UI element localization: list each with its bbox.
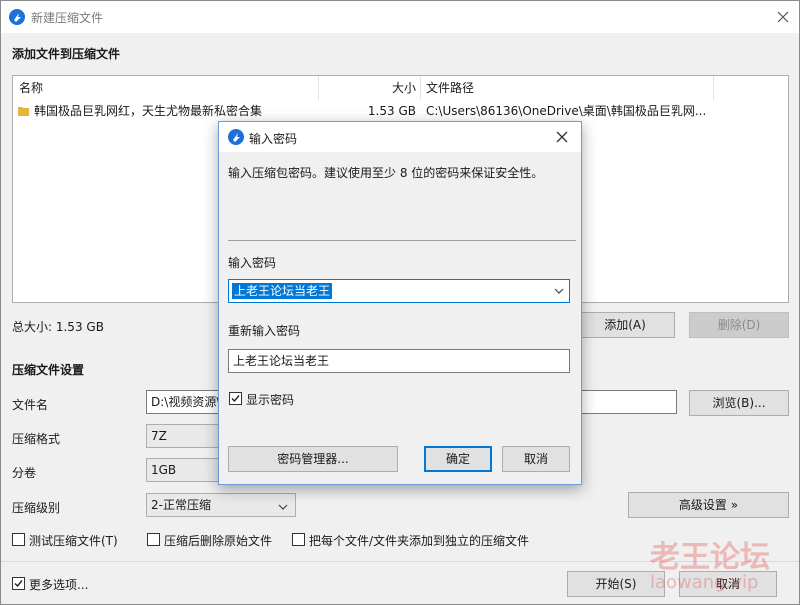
checkmark-icon bbox=[231, 395, 240, 403]
row-path: C:\Users\86136\OneDrive\桌面\韩国极品巨乳网... bbox=[426, 104, 707, 118]
chevron-down-icon bbox=[277, 498, 289, 510]
volume-value: 1GB bbox=[151, 463, 177, 477]
show-password-label: 显示密码 bbox=[246, 393, 295, 407]
filename-label: 文件名 bbox=[12, 398, 49, 412]
password-input[interactable]: 上老王论坛当老王 bbox=[228, 279, 570, 303]
password-value: 上老王论坛当老王 bbox=[232, 283, 333, 299]
checkmark-icon bbox=[14, 580, 23, 588]
row-size: 1.53 GB bbox=[367, 104, 416, 118]
delete-after-checkbox[interactable] bbox=[147, 533, 160, 546]
dialog-divider bbox=[228, 240, 576, 241]
more-options-label: 更多选项... bbox=[29, 578, 89, 592]
separate-archives-checkbox[interactable] bbox=[292, 533, 305, 546]
dialog-title-bar: 输入密码 bbox=[219, 122, 581, 152]
password-manager-button[interactable]: 密码管理器... bbox=[228, 446, 398, 472]
settings-section-title: 压缩文件设置 bbox=[12, 363, 85, 377]
watermark-text: 老王论坛 bbox=[650, 540, 770, 575]
row-name: 韩国极品巨乳网红，天生尤物最新私密合集 bbox=[34, 104, 263, 118]
test-archive-checkbox[interactable] bbox=[12, 533, 25, 546]
password-label: 输入密码 bbox=[228, 256, 277, 270]
separate-archives-label: 把每个文件/文件夹添加到独立的压缩文件 bbox=[309, 534, 530, 548]
level-label: 压缩级别 bbox=[12, 501, 61, 515]
column-header-size[interactable]: 大小 bbox=[318, 76, 416, 100]
volume-label: 分卷 bbox=[12, 466, 37, 480]
advanced-settings-button[interactable]: 高级设置 » bbox=[628, 492, 789, 518]
dialog-hint: 输入压缩包密码。建议使用至少 8 位的密码来保证安全性。 bbox=[228, 166, 544, 180]
chevron-down-icon[interactable] bbox=[553, 285, 565, 300]
dialog-title: 输入密码 bbox=[249, 132, 298, 146]
reenter-password-input[interactable]: 上老王论坛当老王 bbox=[228, 349, 570, 373]
column-header-path[interactable]: 文件路径 bbox=[426, 76, 474, 100]
title-bar: 新建压缩文件 bbox=[1, 1, 799, 33]
ok-button[interactable]: 确定 bbox=[424, 446, 492, 472]
window-title: 新建压缩文件 bbox=[31, 11, 104, 25]
reenter-password-label: 重新输入密码 bbox=[228, 324, 301, 338]
dialog-logo-icon bbox=[228, 129, 244, 145]
dialog-close-icon[interactable] bbox=[553, 128, 571, 146]
window-close-icon[interactable] bbox=[773, 7, 793, 27]
column-divider bbox=[713, 76, 714, 100]
app-logo-icon bbox=[9, 9, 25, 25]
delete-button[interactable]: 删除(D) bbox=[689, 312, 789, 338]
add-button[interactable]: 添加(A) bbox=[575, 312, 675, 338]
format-label: 压缩格式 bbox=[12, 432, 61, 446]
dialog-cancel-button[interactable]: 取消 bbox=[502, 446, 570, 472]
browse-button[interactable]: 浏览(B)... bbox=[689, 390, 789, 416]
level-value: 2-正常压缩 bbox=[151, 498, 211, 512]
delete-after-label: 压缩后删除原始文件 bbox=[164, 534, 273, 548]
column-header-name[interactable]: 名称 bbox=[19, 76, 43, 100]
format-value: 7Z bbox=[151, 429, 167, 443]
test-archive-label: 测试压缩文件(T) bbox=[29, 534, 118, 548]
password-dialog: 输入密码 输入压缩包密码。建议使用至少 8 位的密码来保证安全性。 输入密码 上… bbox=[218, 121, 582, 485]
folder-icon bbox=[18, 100, 32, 122]
add-section-title: 添加文件到压缩文件 bbox=[12, 47, 121, 61]
watermark-url: laowang.vip bbox=[650, 572, 759, 593]
show-password-checkbox[interactable] bbox=[229, 392, 242, 405]
level-select[interactable]: 2-正常压缩 bbox=[146, 493, 296, 517]
more-options-checkbox[interactable] bbox=[12, 577, 25, 590]
total-size: 总大小: 1.53 GB bbox=[12, 320, 104, 334]
column-divider bbox=[420, 76, 421, 100]
